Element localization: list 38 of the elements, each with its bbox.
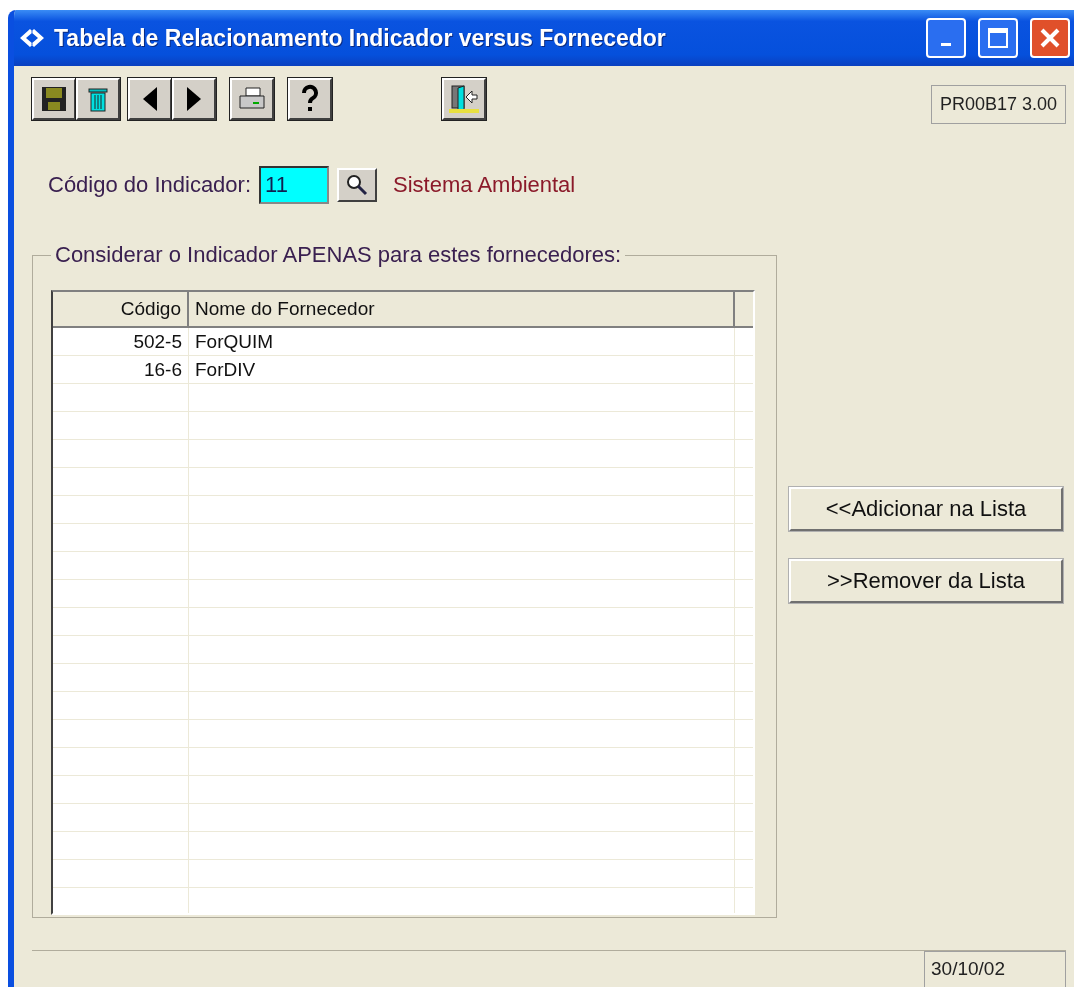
maximize-icon: [987, 27, 1009, 49]
indicator-code-field[interactable]: 11: [259, 166, 330, 204]
prev-button[interactable]: [128, 78, 172, 120]
minimize-icon: [941, 42, 951, 46]
table-cell: 16-6: [53, 356, 189, 383]
group-title: Considerar o Indicador APENAS para estes fornecedores:: [54, 242, 623, 268]
search-button[interactable]: [337, 168, 378, 202]
printer-icon: [237, 86, 267, 112]
right-arrow-icon: [185, 86, 203, 112]
question-mark-icon: [300, 84, 320, 114]
delete-button[interactable]: [76, 78, 120, 120]
app-logo-icon: [18, 27, 46, 49]
table-cell: ForDIV: [189, 356, 735, 383]
close-icon: [1039, 27, 1061, 49]
window-title: Tabela de Relacionamento Indicador versus Fornecedor: [54, 24, 667, 52]
status-date: 30/10/02: [924, 951, 1066, 987]
table-cell: ForQUIM: [189, 328, 735, 355]
minimize-button[interactable]: [926, 18, 966, 58]
left-arrow-icon: [141, 86, 159, 112]
save-button[interactable]: [32, 78, 76, 120]
list-action-button[interactable]: >>Remover da Lista: [789, 559, 1063, 603]
column-header[interactable]: Nome do Fornecedor: [189, 292, 735, 326]
print-button[interactable]: [230, 78, 274, 120]
table-cell: 502-5: [53, 328, 189, 355]
column-header[interactable]: Código: [53, 292, 189, 326]
exit-button[interactable]: [442, 78, 486, 120]
maximize-button[interactable]: [978, 18, 1018, 58]
trash-icon: [86, 85, 110, 113]
next-button[interactable]: [172, 78, 216, 120]
field-label: Código do Indicador:: [48, 172, 252, 198]
save-icon: [40, 85, 68, 113]
list-action-button[interactable]: <<Adicionar na Lista: [789, 487, 1063, 531]
search-icon: [345, 173, 370, 197]
exit-door-icon: [448, 83, 480, 115]
help-button[interactable]: [288, 78, 332, 120]
version-label: PR00B17 3.00: [930, 85, 1066, 124]
close-button[interactable]: [1030, 18, 1070, 58]
indicator-description: Sistema Ambiental: [393, 172, 576, 198]
